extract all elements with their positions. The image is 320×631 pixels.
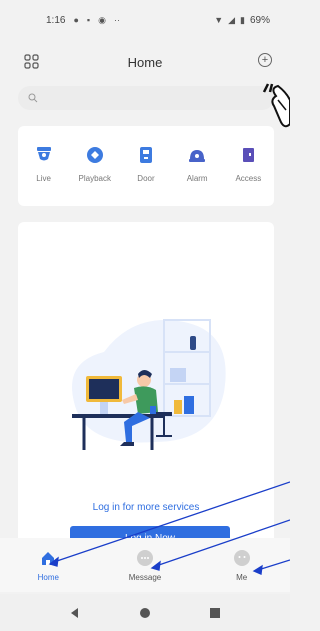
quick-action-playback[interactable]: Playback [71,144,119,206]
notification-icon: ▪ [86,15,91,25]
message-icon [136,549,153,566]
bottom-tab-bar: Home Message Me [0,538,290,592]
alarm-icon [189,150,206,162]
wifi-icon: ▼ [214,15,224,25]
page-title: Home [127,54,163,70]
tab-label: Message [128,572,162,582]
status-bar: 1:16 ● ▪ ◉ ·· ▼ ◢ ▮ 69% [0,0,290,40]
more-notifications-icon: ·· [113,15,120,25]
app-notification-icon: ◉ [98,14,106,25]
battery-icon: ▮ [240,14,245,25]
playback-icon [86,147,103,163]
search-icon [28,93,38,103]
tab-message[interactable]: Message [110,549,180,582]
camera-icon [36,147,51,161]
grid-menu-icon[interactable] [24,54,40,70]
search-bar[interactable] [18,86,274,110]
quick-action-label: Access [235,174,262,183]
tab-label: Me [236,572,248,582]
location-icon: ● [73,15,79,25]
status-right: ▼ ◢ ▮ 69% [214,15,270,26]
me-icon [233,549,250,566]
login-prompt[interactable]: Log in for more services [18,502,274,513]
access-icon [243,148,255,162]
quick-action-label: Live [36,174,51,183]
home-nav-icon[interactable] [135,603,155,623]
add-device-icon[interactable]: + [258,53,272,67]
status-time: 1:16 [46,14,66,26]
system-nav-bar [0,594,290,631]
quick-action-access[interactable]: Access [224,144,272,206]
header: Home + [0,46,290,78]
quick-action-alarm[interactable]: Alarm [173,144,221,206]
recents-icon[interactable] [205,603,225,623]
tab-me[interactable]: Me [207,549,277,582]
status-left: 1:16 ● ▪ ◉ ·· [46,15,120,26]
content-card: Log in for more services Log in Now [18,222,274,552]
battery-level: 69% [249,14,270,26]
door-icon [139,147,152,163]
signal-icon: ◢ [228,14,236,25]
tab-home[interactable]: Home [13,549,83,582]
quick-action-label: Alarm [186,174,208,183]
search-input[interactable] [42,92,242,104]
home-icon [42,551,55,565]
tab-label: Home [37,572,59,582]
quick-action-live[interactable]: Live [20,144,68,206]
quick-action-label: Playback [78,174,112,183]
back-icon[interactable] [65,603,85,623]
quick-action-door[interactable]: Door [122,144,170,206]
quick-action-label: Door [137,174,155,183]
login-illustration [72,319,226,450]
quick-actions-panel: Live Playback Door Alarm Access [18,126,274,206]
